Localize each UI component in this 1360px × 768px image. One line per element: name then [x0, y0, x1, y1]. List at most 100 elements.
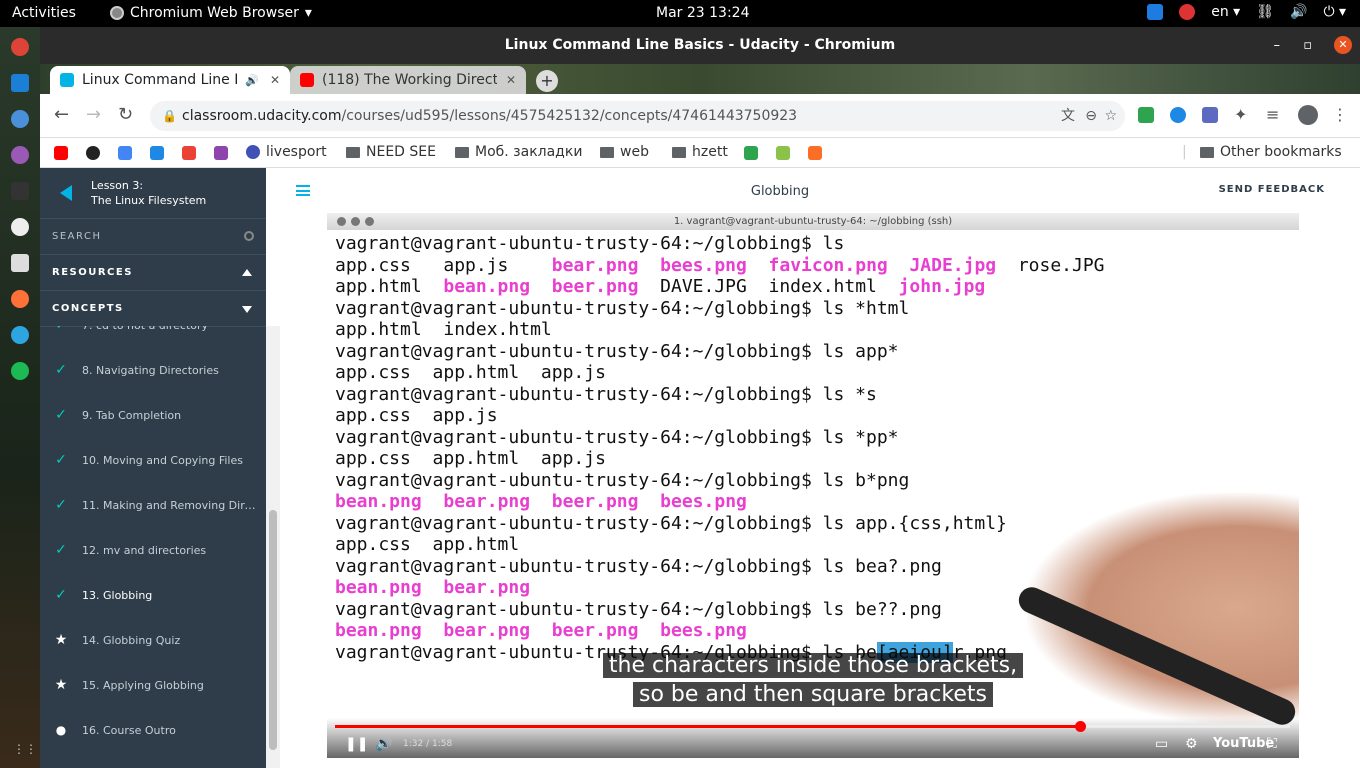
- sidebar-scrollbar[interactable]: [266, 326, 280, 768]
- fullscreen-icon[interactable]: ⛶: [1267, 736, 1277, 752]
- bookmark-need-see[interactable]: NEED SEE: [346, 144, 436, 160]
- gitlab-icon[interactable]: [808, 146, 822, 160]
- pause-icon[interactable]: ❚❚: [345, 736, 368, 752]
- seek-handle[interactable]: [1074, 721, 1086, 732]
- tab-youtube[interactable]: (118) The Working Directo ✕: [290, 66, 526, 94]
- new-tab-button[interactable]: +: [536, 70, 558, 92]
- lesson-header[interactable]: Lesson 3: The Linux Filesystem: [40, 168, 266, 219]
- gmail-icon[interactable]: [182, 146, 196, 160]
- youtube-logo[interactable]: YouTube: [1213, 736, 1274, 751]
- concept-item[interactable]: ✓ 7. cd to not a directory: [40, 326, 266, 349]
- volume-icon[interactable]: 🔊: [1290, 4, 1307, 20]
- folder-icon: [600, 146, 614, 158]
- extension-r-icon[interactable]: [1138, 107, 1154, 123]
- telegram-icon[interactable]: [11, 326, 29, 344]
- s-icon[interactable]: [150, 146, 164, 160]
- bookmark-livesport[interactable]: livesport: [246, 144, 327, 160]
- scrollbar-thumb[interactable]: [269, 510, 277, 750]
- r-icon[interactable]: [744, 146, 758, 160]
- extension-icon[interactable]: [1170, 107, 1186, 123]
- terminal-icon[interactable]: [11, 182, 29, 200]
- activities-button[interactable]: Activities: [12, 5, 76, 21]
- volume-icon[interactable]: 🔊: [375, 736, 392, 752]
- app-menu[interactable]: Chromium Web Browser ▾: [110, 5, 312, 21]
- spotify-icon[interactable]: [11, 362, 29, 380]
- tab-udacity[interactable]: Linux Command Line B 🔊 ✕: [50, 66, 290, 94]
- close-tab-icon[interactable]: ✕: [270, 73, 280, 87]
- youtube-favicon-icon: [300, 73, 314, 87]
- video-player[interactable]: 1. vagrant@vagrant-ubuntu-trusty-64: ~/g…: [327, 213, 1299, 758]
- extensions-puzzle-icon[interactable]: ✦: [1234, 105, 1247, 124]
- bookmark-web[interactable]: web: [600, 144, 649, 160]
- concept-item[interactable]: ✓ 12. mv and directories: [40, 529, 266, 574]
- main-header: Globbing SEND FEEDBACK: [280, 168, 1360, 213]
- github-icon[interactable]: [86, 146, 100, 160]
- concept-item[interactable]: ✓ 8. Navigating Directories: [40, 349, 266, 394]
- concept-label: 9. Tab Completion: [82, 409, 182, 422]
- firefox-icon[interactable]: [11, 290, 29, 308]
- concepts-toggle[interactable]: CONCEPTS: [40, 291, 266, 327]
- apps-grid-icon[interactable]: ⋮⋮: [13, 742, 37, 756]
- files-icon[interactable]: [11, 254, 29, 272]
- forward-icon[interactable]: →: [86, 104, 101, 125]
- opera-icon[interactable]: [11, 218, 29, 236]
- reload-icon[interactable]: ↻: [118, 104, 133, 125]
- chevron-up-icon: [242, 269, 252, 276]
- translate-icon[interactable]: 文: [1061, 101, 1075, 131]
- captions-icon[interactable]: ▭: [1155, 736, 1168, 752]
- search-label: SEARCH: [52, 231, 102, 242]
- network-icon[interactable]: ⛓: [1256, 4, 1274, 20]
- menu-kebab-icon[interactable]: ⋮: [1332, 105, 1348, 124]
- window-dot-icon: [337, 217, 346, 226]
- chrome-icon[interactable]: [11, 38, 29, 56]
- back-arrow-icon[interactable]: [60, 185, 72, 201]
- close-tab-icon[interactable]: ✕: [506, 73, 516, 87]
- concept-item[interactable]: ✓ 11. Making and Removing Direc...: [40, 484, 266, 529]
- teamviewer-icon[interactable]: [1147, 4, 1164, 20]
- android-icon[interactable]: [776, 146, 790, 160]
- power-icon[interactable]: ⏻ ▾: [1323, 4, 1346, 20]
- concept-item[interactable]: ✓ 13. Globbing: [40, 574, 266, 619]
- player-controls: ❚❚ 🔊 1:32 / 1:58 ▭ ⚙ YouTube ⛶: [327, 718, 1299, 758]
- lock-icon[interactable]: 🔒: [162, 101, 177, 131]
- bookmark-mob[interactable]: Моб. закладки: [455, 144, 582, 160]
- vscode-icon[interactable]: [11, 74, 29, 92]
- address-bar[interactable]: 🔒 classroom.udacity.com/courses/ud595/le…: [150, 101, 1125, 131]
- extension-v-icon[interactable]: [1202, 107, 1218, 123]
- seek-bar[interactable]: [335, 721, 1290, 732]
- google-translate-icon[interactable]: [118, 146, 132, 160]
- youtube-icon[interactable]: [54, 146, 68, 160]
- audio-icon[interactable]: 🔊: [245, 74, 259, 87]
- concept-item[interactable]: ★ 14. Globbing Quiz: [40, 619, 266, 664]
- send-feedback-button[interactable]: SEND FEEDBACK: [1219, 184, 1325, 195]
- concept-item[interactable]: ✓ 9. Tab Completion: [40, 394, 266, 439]
- clock[interactable]: Mar 23 13:24: [656, 5, 749, 21]
- maximize-button[interactable]: ▫: [1303, 27, 1312, 64]
- minimize-button[interactable]: –: [1274, 27, 1281, 64]
- zoom-icon[interactable]: ⊖: [1085, 101, 1097, 131]
- url-host: classroom.udacity.com: [182, 108, 342, 124]
- resources-toggle[interactable]: RESOURCES: [40, 255, 266, 291]
- star-icon[interactable]: ☆: [1104, 101, 1117, 131]
- media-control-icon[interactable]: ≡: [1266, 105, 1279, 124]
- close-button[interactable]: ✕: [1334, 36, 1352, 54]
- search-field[interactable]: SEARCH: [40, 219, 266, 255]
- concept-item[interactable]: ● 16. Course Outro: [40, 709, 266, 754]
- bookmark-other[interactable]: Other bookmarks: [1200, 144, 1342, 160]
- settings-gear-icon[interactable]: ⚙: [1185, 736, 1198, 752]
- concept-item[interactable]: ✓ 10. Moving and Copying Files: [40, 439, 266, 484]
- system-tray: en ▾ ⛓ 🔊 ⏻ ▾: [1147, 4, 1346, 20]
- language-indicator[interactable]: en ▾: [1211, 4, 1240, 20]
- lesson-name: The Linux Filesystem: [91, 194, 207, 207]
- bookmark-hzett[interactable]: hzett: [672, 144, 728, 160]
- chromium-icon[interactable]: [11, 110, 29, 128]
- back-icon[interactable]: ←: [54, 104, 69, 125]
- browser-window: Linux Command Line Basics - Udacity - Ch…: [40, 27, 1360, 768]
- vpn-icon[interactable]: [1179, 4, 1196, 20]
- bird-icon[interactable]: [214, 146, 228, 160]
- github-icon[interactable]: [11, 146, 29, 164]
- profile-avatar[interactable]: [1298, 105, 1318, 125]
- concept-item[interactable]: ★ 15. Applying Globbing: [40, 664, 266, 709]
- dock: ⋮⋮: [0, 27, 40, 768]
- window-title: Linux Command Line Basics - Udacity - Ch…: [504, 37, 896, 53]
